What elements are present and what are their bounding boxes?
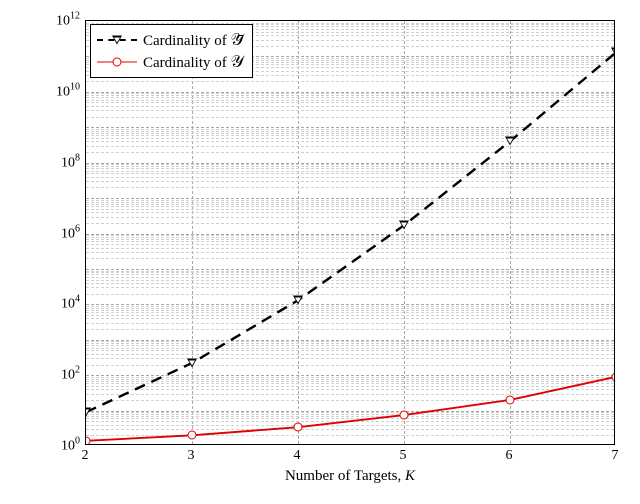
x-axis-label: Number of Targets, K — [85, 468, 615, 485]
marker-circle — [612, 372, 616, 381]
series-ybar-line — [86, 52, 615, 412]
x-axis-label-text: Number of Targets, — [285, 468, 405, 484]
y-tick-e2: 102 — [10, 365, 80, 384]
marker-circle — [188, 431, 197, 440]
legend-text-2: Cardinality of 𝒴 — [143, 52, 244, 72]
y-tick-e10: 1010 — [10, 81, 80, 100]
marker-triangle-down — [399, 221, 409, 230]
legend-text-1: Cardinality of 𝒴̄ — [143, 30, 244, 50]
marker-triangle-down — [505, 137, 515, 146]
marker-circle — [294, 423, 303, 432]
x-tick-7: 7 — [600, 448, 630, 464]
marker-circle — [506, 395, 515, 404]
x-tick-3: 3 — [176, 448, 206, 464]
series-lines-svg — [86, 21, 615, 445]
legend-row-1: Cardinality of 𝒴̄ — [97, 29, 244, 51]
x-tick-6: 6 — [494, 448, 524, 464]
legend-text-2-symbol: 𝒴 — [230, 52, 243, 71]
marker-triangle-down — [187, 359, 197, 368]
y-tick-e8: 108 — [10, 152, 80, 171]
marker-triangle-down — [85, 408, 91, 417]
x-tick-5: 5 — [388, 448, 418, 464]
plot-area — [85, 20, 615, 445]
y-tick-e12: 1012 — [10, 11, 80, 30]
legend-text-1-symbol: 𝒴̄ — [230, 30, 243, 49]
legend-row-2: Cardinality of 𝒴 — [97, 51, 244, 73]
marker-circle — [400, 411, 409, 420]
marker-triangle-down — [611, 48, 615, 57]
chart-stage: Cardinality of Feasible Data Association… — [0, 0, 640, 504]
triangle-down-icon — [97, 34, 137, 46]
legend: Cardinality of 𝒴̄ Cardinality of 𝒴 — [90, 24, 253, 78]
x-tick-4: 4 — [282, 448, 312, 464]
legend-text-1-prefix: Cardinality of — [143, 33, 230, 49]
x-axis-label-k: K — [405, 468, 415, 484]
circle-icon — [97, 56, 137, 68]
y-tick-e6: 106 — [10, 223, 80, 242]
legend-text-2-prefix: Cardinality of — [143, 55, 230, 71]
y-tick-e0: 100 — [10, 436, 80, 455]
marker-triangle-down — [293, 296, 303, 305]
series-y-line — [86, 377, 615, 441]
y-tick-e4: 104 — [10, 294, 80, 313]
